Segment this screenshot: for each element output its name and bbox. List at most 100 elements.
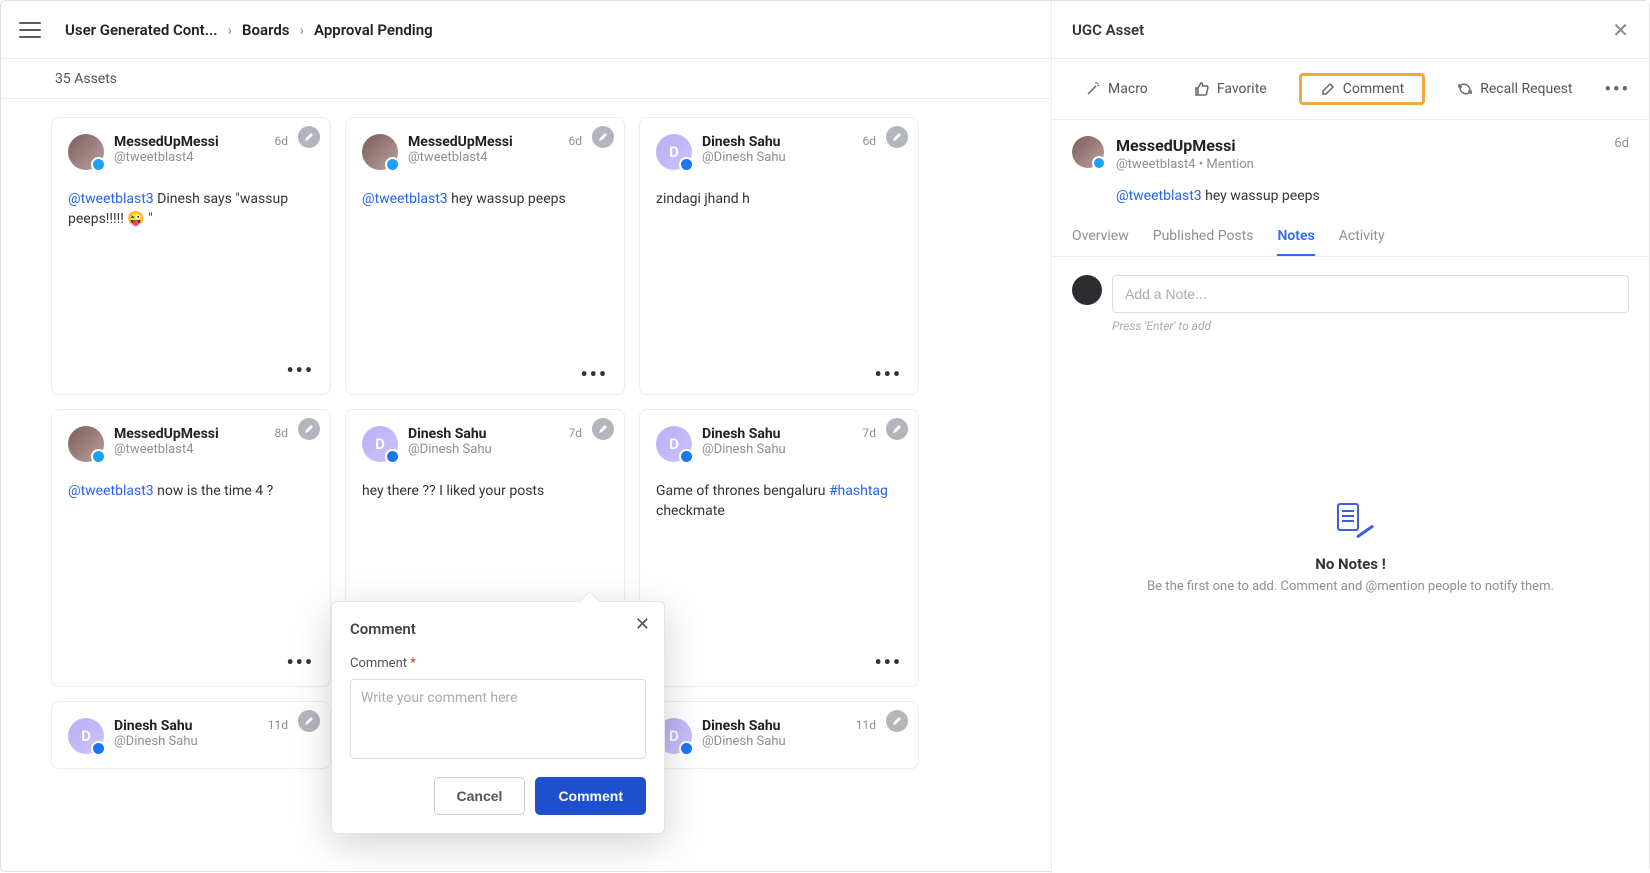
avatar: D: [362, 426, 398, 462]
more-icon[interactable]: •••: [874, 650, 902, 674]
tab-notes[interactable]: Notes: [1277, 218, 1314, 256]
cancel-button[interactable]: Cancel: [434, 777, 526, 815]
asset-meta: @tweetblast4 • Mention: [1116, 157, 1602, 172]
edit-icon: [1320, 81, 1336, 97]
close-icon[interactable]: ✕: [1612, 18, 1629, 42]
more-icon[interactable]: •••: [1605, 79, 1630, 100]
panel-tabs: Overview Published Posts Notes Activity: [1052, 218, 1649, 257]
tab-published[interactable]: Published Posts: [1153, 218, 1254, 256]
more-icon[interactable]: •••: [286, 358, 314, 382]
breadcrumb-l1[interactable]: Boards: [242, 21, 289, 39]
edit-icon[interactable]: [592, 126, 614, 148]
asset-card[interactable]: DDinesh Sahu@Dinesh Sahu11d: [639, 701, 919, 769]
edit-icon[interactable]: [592, 418, 614, 440]
mention-link[interactable]: @tweetblast3: [1116, 188, 1202, 204]
card-text: zindagi jhand h: [656, 191, 750, 207]
more-icon[interactable]: •••: [286, 650, 314, 674]
recall-action[interactable]: Recall Request: [1443, 75, 1586, 103]
empty-subtitle: Be the first one to add. Comment and @me…: [1072, 579, 1629, 594]
twitter-icon: [1092, 156, 1106, 170]
hashtag-link[interactable]: #hashtag: [829, 483, 888, 499]
comment-textarea[interactable]: [350, 679, 646, 759]
note-hint: Press 'Enter' to add: [1112, 319, 1629, 333]
card-handle: @Dinesh Sahu: [702, 442, 902, 457]
card-body: hey there ?? I liked your posts: [362, 482, 608, 502]
card-handle: @Dinesh Sahu: [114, 734, 314, 749]
facebook-icon: [679, 449, 694, 464]
avatar: [1072, 136, 1104, 168]
avatar: [68, 134, 104, 170]
breadcrumb: User Generated Cont... › Boards › Approv…: [65, 21, 433, 39]
card-time: 11d: [268, 718, 288, 732]
panel-header: UGC Asset ✕: [1052, 1, 1649, 59]
twitter-icon: [91, 157, 106, 172]
asset-username: MessedUpMessi: [1116, 136, 1602, 155]
menu-icon[interactable]: [19, 22, 41, 38]
breadcrumb-l2[interactable]: Approval Pending: [314, 21, 433, 39]
card-time: 7d: [568, 426, 582, 440]
empty-title: No Notes !: [1072, 555, 1629, 573]
avatar: D: [656, 426, 692, 462]
mention-link[interactable]: @tweetblast3: [362, 191, 448, 207]
wand-icon: [1085, 81, 1101, 97]
edit-icon[interactable]: [886, 710, 908, 732]
edit-icon[interactable]: [298, 710, 320, 732]
mention-link[interactable]: @tweetblast3: [68, 483, 154, 499]
avatar: D: [656, 134, 692, 170]
card-body: Game of thrones bengaluru #hashtag check…: [656, 482, 902, 521]
comment-button[interactable]: Comment: [535, 777, 646, 815]
card-handle: @tweetblast4: [408, 150, 608, 165]
thumbs-up-icon: [1194, 81, 1210, 97]
facebook-icon: [679, 157, 694, 172]
popup-title: Comment: [350, 620, 646, 638]
panel-actions: Macro Favorite Comment Recall Request ••…: [1052, 59, 1649, 120]
card-handle: @Dinesh Sahu: [702, 150, 902, 165]
card-body: zindagi jhand h: [656, 190, 902, 210]
asset-header: MessedUpMessi @tweetblast4 • Mention 6d: [1052, 120, 1649, 188]
avatar: [362, 134, 398, 170]
card-text: hey wassup peeps: [448, 191, 566, 207]
asset-body: @tweetblast3 hey wassup peeps: [1052, 188, 1649, 218]
edit-icon[interactable]: [298, 126, 320, 148]
asset-card[interactable]: MessedUpMessi@tweetblast46d@tweetblast3 …: [51, 117, 331, 395]
panel-title: UGC Asset: [1072, 21, 1144, 39]
breadcrumb-root[interactable]: User Generated Cont...: [65, 21, 218, 39]
twitter-icon: [385, 157, 400, 172]
asset-card[interactable]: DDinesh Sahu@Dinesh Sahu6dzindagi jhand …: [639, 117, 919, 395]
card-text: hey there ?? I liked your posts: [362, 483, 544, 499]
favorite-action[interactable]: Favorite: [1180, 75, 1281, 103]
asset-card[interactable]: MessedUpMessi@tweetblast48d@tweetblast3 …: [51, 409, 331, 687]
avatar: D: [68, 718, 104, 754]
comment-label: Comment *: [350, 656, 416, 671]
note-input[interactable]: [1112, 275, 1629, 313]
mention-link[interactable]: @tweetblast3: [68, 191, 154, 207]
recall-icon: [1457, 81, 1473, 97]
comment-popup: Comment ✕ Comment * Cancel Comment: [331, 601, 665, 834]
edit-icon[interactable]: [886, 126, 908, 148]
more-icon[interactable]: •••: [580, 362, 608, 386]
card-handle: @Dinesh Sahu: [702, 734, 902, 749]
card-text: Game of thrones bengaluru: [656, 483, 829, 499]
card-body: @tweetblast3 hey wassup peeps: [362, 190, 608, 210]
tab-overview[interactable]: Overview: [1072, 218, 1129, 256]
asset-card[interactable]: DDinesh Sahu@Dinesh Sahu11d: [51, 701, 331, 769]
card-time: 11d: [856, 718, 876, 732]
chevron-right-icon: ›: [228, 21, 233, 39]
card-handle: @tweetblast4: [114, 150, 314, 165]
card-time: 6d: [862, 134, 876, 148]
card-handle: @Dinesh Sahu: [408, 442, 608, 457]
edit-icon[interactable]: [886, 418, 908, 440]
facebook-icon: [385, 449, 400, 464]
more-icon[interactable]: •••: [874, 362, 902, 386]
macro-action[interactable]: Macro: [1071, 75, 1162, 103]
comment-action[interactable]: Comment: [1299, 73, 1425, 105]
asset-card[interactable]: MessedUpMessi@tweetblast46d@tweetblast3 …: [345, 117, 625, 395]
tab-activity[interactable]: Activity: [1339, 218, 1385, 256]
empty-state: No Notes ! Be the first one to add. Comm…: [1072, 503, 1629, 594]
avatar: [68, 426, 104, 462]
card-time: 6d: [568, 134, 582, 148]
asset-card[interactable]: DDinesh Sahu@Dinesh Sahu7dGame of throne…: [639, 409, 919, 687]
card-text: now is the time 4 ?: [154, 483, 274, 499]
edit-icon[interactable]: [298, 418, 320, 440]
close-icon[interactable]: ✕: [635, 614, 650, 635]
